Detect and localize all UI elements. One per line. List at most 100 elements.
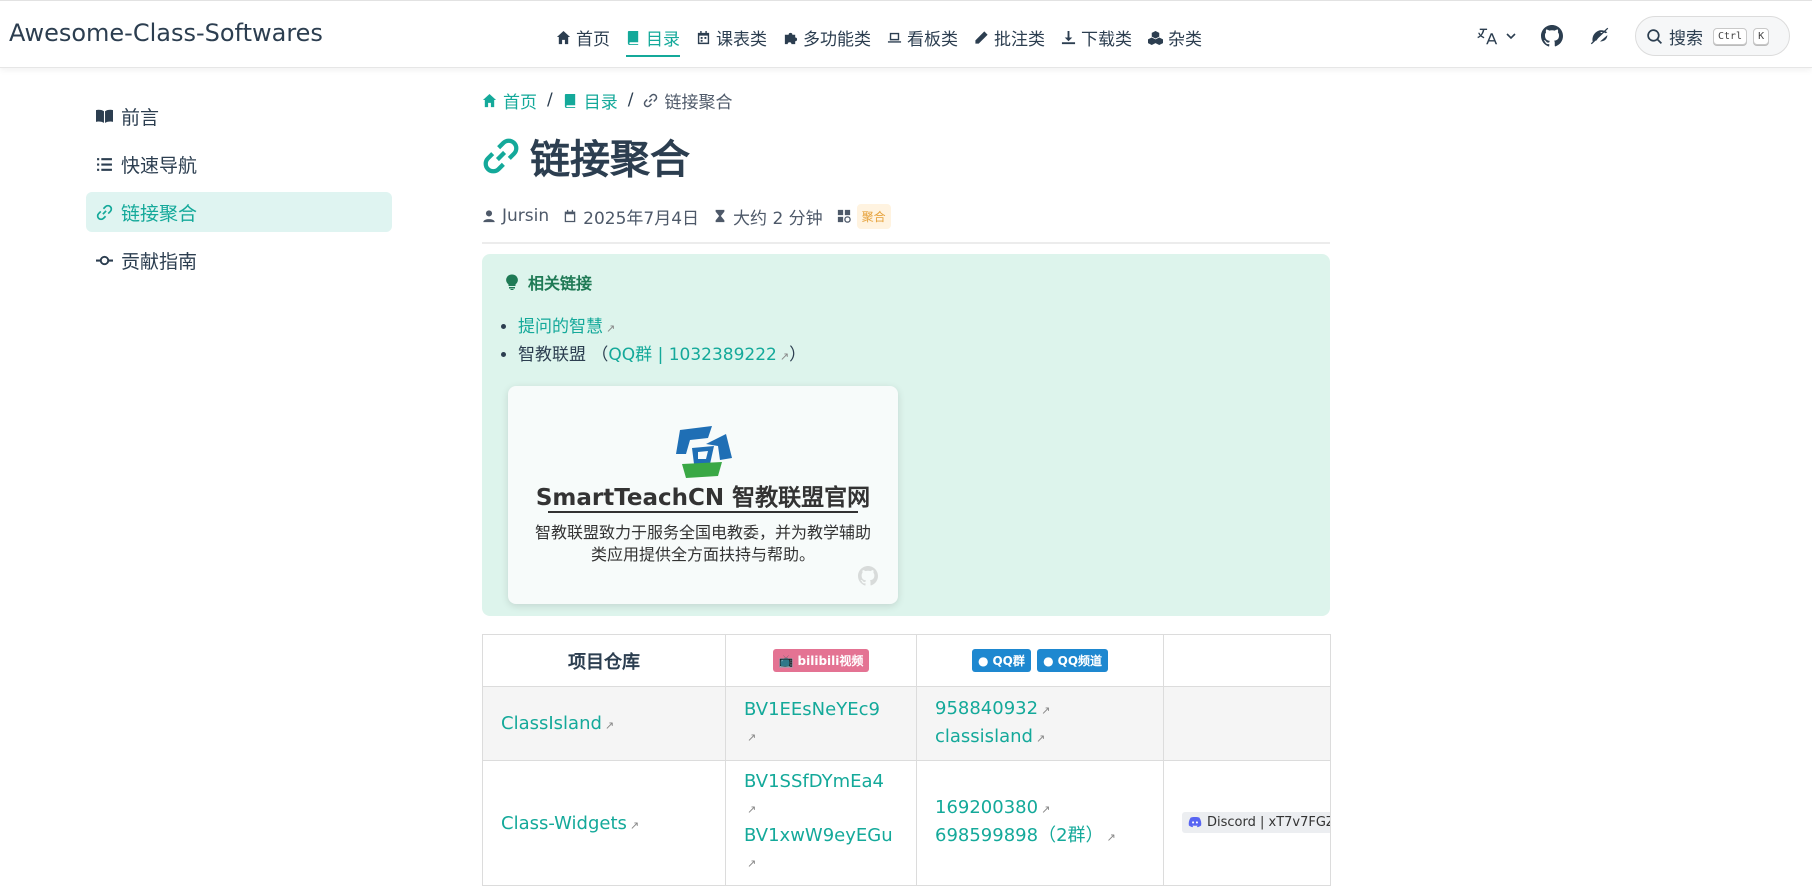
- tag-badge[interactable]: 聚合: [856, 203, 891, 229]
- nav-item-label: 杂类: [1168, 29, 1202, 50]
- discord-icon: [1188, 817, 1202, 828]
- external-link-icon: ↗: [779, 350, 790, 363]
- main-content: 首页 / 目录 / 链接聚合 链接聚合 Jursin 2025年7月4日 大约 …: [482, 86, 1331, 886]
- card-description: 智教联盟致力于服务全国电教委，并为教学辅助类应用提供全方面扶持与帮助。: [534, 523, 871, 564]
- user-icon: [483, 210, 495, 223]
- discord-badge[interactable]: Discord | xT7v7FGZ: [1182, 811, 1331, 833]
- breadcrumb-label: 目录: [583, 92, 618, 113]
- translate-icon: [1477, 28, 1498, 45]
- external-link-icon: ↗: [604, 719, 615, 732]
- list-item: 智教联盟 （QQ群 | 1032389222↗）: [518, 342, 1310, 370]
- nav-links: 首页 目录 课表类 多功能类 看板类 批注类 下载类 杂类: [548, 23, 1210, 57]
- nav-item-label: 目录: [646, 29, 680, 50]
- discord-label: Discord | xT7v7FGZ: [1207, 814, 1331, 830]
- breadcrumb: 首页 / 目录 / 链接聚合: [482, 86, 1330, 114]
- link-icon: [483, 138, 519, 174]
- external-link-icon: ↗: [1035, 731, 1046, 745]
- calendar-icon: [564, 209, 576, 223]
- page-title-row: 链接聚合: [482, 130, 1330, 183]
- smartteach-logo-icon: [676, 426, 732, 478]
- cell-other: [1163, 686, 1331, 761]
- qq-group-link[interactable]: 169200380: [935, 797, 1038, 818]
- badge-label: QQ频道: [1057, 654, 1103, 669]
- reading-time-text: 大约 2 分钟: [733, 208, 823, 229]
- bilibili-link[interactable]: BV1EEsNeYEc9: [744, 699, 880, 720]
- tip-title-text: 相关链接: [528, 274, 593, 293]
- link-qq-group[interactable]: QQ群 | 1032389222: [608, 345, 776, 365]
- item-text: ）: [789, 345, 807, 365]
- nav-item-multifunction[interactable]: 多功能类: [775, 23, 879, 51]
- breadcrumb-label: 首页: [503, 92, 537, 113]
- breadcrumb-catalog[interactable]: 目录: [563, 88, 618, 113]
- search-placeholder: 搜索: [1669, 28, 1703, 49]
- repo-link[interactable]: Class-Widgets: [501, 813, 627, 834]
- nav-right: 搜索 Ctrl K: [1477, 16, 1790, 56]
- nav-item-label: 多功能类: [803, 29, 871, 50]
- sidebar-item-label: 快速导航: [121, 154, 198, 177]
- nav-item-catalog[interactable]: 目录: [618, 23, 688, 57]
- site-brand[interactable]: Awesome-Class-Softwares: [9, 19, 323, 47]
- cell-repo: ClassIsland ↗: [482, 686, 726, 761]
- nav-item-misc[interactable]: 杂类: [1140, 23, 1210, 51]
- link-icon: [644, 93, 658, 107]
- publish-date: 2025年7月4日: [563, 204, 699, 229]
- column-header-qq: ● QQ群 ● QQ频道: [916, 634, 1164, 687]
- external-link-icon: ↗: [747, 857, 757, 870]
- language-switch[interactable]: [1477, 25, 1517, 47]
- item-text: 智教联盟 （: [518, 345, 609, 365]
- sidebar-item-label: 前言: [121, 106, 160, 129]
- book-icon: [564, 93, 575, 108]
- repo-link[interactable]: ClassIsland: [501, 713, 602, 734]
- qq-group-link[interactable]: 698599898（2群）: [935, 825, 1104, 846]
- qq-channel-link[interactable]: classisland: [935, 726, 1033, 747]
- breadcrumb-home[interactable]: 首页: [482, 88, 537, 113]
- nav-item-label: 批注类: [994, 29, 1045, 50]
- sidebar-item-label: 链接聚合: [121, 202, 198, 225]
- cell-repo: Class-Widgets ↗: [482, 760, 726, 886]
- column-header-repo: 项目仓库: [482, 634, 726, 687]
- laptop-icon: [887, 32, 902, 43]
- sidebar-item-link-aggregation[interactable]: 链接聚合: [86, 192, 392, 232]
- related-links-list: 提问的智慧 ↗ 智教联盟 （QQ群 | 1032389222↗）: [504, 314, 1310, 370]
- sidebar-item-quick-nav[interactable]: 快速导航: [86, 144, 392, 184]
- sidebar: 前言 快速导航 链接聚合 贡献指南: [86, 96, 392, 288]
- github-link[interactable]: [1539, 23, 1565, 49]
- search-icon: [1647, 28, 1663, 44]
- breadcrumb-label: 链接聚合: [664, 92, 733, 113]
- category: 聚合: [837, 203, 891, 229]
- link-smart-questions[interactable]: 提问的智慧: [518, 317, 603, 337]
- nav-item-board[interactable]: 看板类: [879, 23, 966, 51]
- card-title-underline: [548, 511, 858, 513]
- nav-item-annotate[interactable]: 批注类: [966, 23, 1053, 51]
- theme-toggle[interactable]: [1587, 23, 1613, 49]
- home-icon: [556, 30, 571, 44]
- cell-bilibili: BV1SSfDYmEa4 ↗ BV1xwW9eyEGu ↗: [725, 760, 917, 886]
- download-icon: [1061, 30, 1076, 44]
- sidebar-item-contribute[interactable]: 贡献指南: [86, 240, 392, 280]
- search-box[interactable]: 搜索 Ctrl K: [1635, 16, 1790, 56]
- nav-item-schedule[interactable]: 课表类: [688, 23, 775, 51]
- bilibili-link[interactable]: BV1SSfDYmEa4: [744, 771, 884, 792]
- cell-other: Discord | xT7v7FGZ: [1163, 760, 1331, 886]
- shortcut-key-k: K: [1753, 27, 1770, 45]
- projects-table: 项目仓库 📺 bilibili视频 ● QQ群 ● QQ频道 ClassIsland ↗…: [482, 634, 1331, 886]
- tv-icon: 📺: [778, 653, 794, 668]
- book-icon: [627, 30, 639, 45]
- smartteach-card[interactable]: SmartTeachCN 智教联盟官网 智教联盟致力于服务全国电教委，并为教学辅…: [508, 386, 898, 604]
- table-row: ClassIsland ↗ BV1EEsNeYEc9 ↗ 958840932 ↗ c…: [482, 686, 1331, 761]
- chevron-down-icon: [1506, 33, 1516, 40]
- page-meta: Jursin 2025年7月4日 大约 2 分钟 聚合: [482, 202, 1330, 230]
- sidebar-item-label: 贡献指南: [121, 250, 198, 273]
- tip-box: 相关链接 提问的智慧 ↗ 智教联盟 （QQ群 | 1032389222↗） Sma…: [482, 254, 1330, 616]
- bilibili-link[interactable]: BV1xwW9eyEGu: [744, 825, 893, 846]
- open-book-icon: [96, 109, 113, 123]
- external-link-icon: ↗: [747, 803, 757, 816]
- cell-qq: 169200380 ↗ 698599898（2群） ↗: [916, 760, 1164, 886]
- nav-item-home[interactable]: 首页: [548, 23, 618, 51]
- qq-group-link[interactable]: 958840932: [935, 698, 1038, 719]
- shortcut-key-ctrl: Ctrl: [1713, 27, 1748, 45]
- nav-item-download[interactable]: 下载类: [1053, 23, 1140, 51]
- pencil-icon: [975, 30, 988, 44]
- column-header-bilibili: 📺 bilibili视频: [725, 634, 917, 687]
- sidebar-item-preface[interactable]: 前言: [86, 96, 392, 136]
